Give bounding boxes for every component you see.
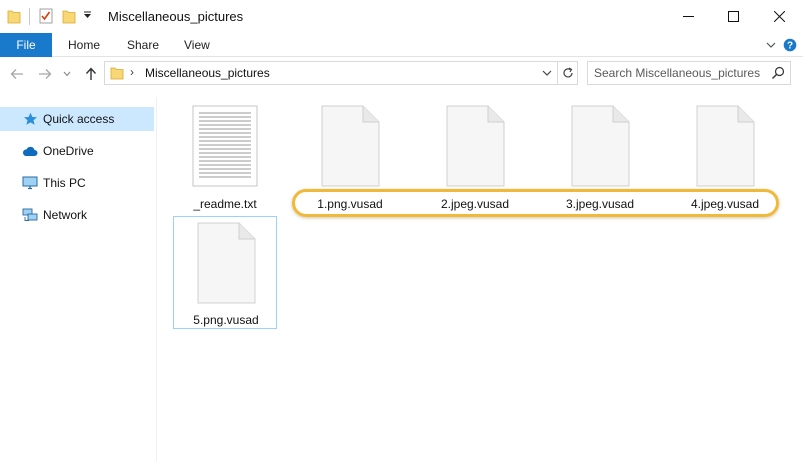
nav-item-this-pc[interactable]: This PC	[0, 171, 154, 195]
refresh-icon	[562, 67, 573, 78]
search-input[interactable]	[594, 65, 764, 81]
expand-ribbon-icon[interactable]	[764, 38, 778, 52]
refresh-button[interactable]	[558, 61, 578, 85]
back-button[interactable]	[6, 63, 28, 85]
nav-label: Network	[43, 208, 88, 222]
tab-home[interactable]: Home	[68, 33, 100, 57]
folder-icon[interactable]	[7, 9, 21, 24]
nav-item-onedrive[interactable]: OneDrive	[0, 139, 154, 163]
folder-icon	[110, 67, 124, 80]
search-box[interactable]	[587, 61, 791, 85]
close-icon	[773, 11, 785, 22]
file-name: 2.jpeg.vusad	[440, 197, 510, 211]
file-item-5-png[interactable]: 5.png.vusad	[173, 216, 277, 329]
blank-file-icon	[321, 105, 380, 187]
address-history-button[interactable]	[540, 65, 554, 81]
file-name: 5.png.vusad	[193, 313, 259, 327]
network-icon	[22, 208, 38, 222]
file-item-1-png[interactable]: 1.png.vusad	[298, 97, 402, 215]
file-item-readme[interactable]: _readme.txt	[173, 97, 277, 215]
tab-view[interactable]: View	[184, 33, 210, 57]
arrow-up-icon	[85, 67, 97, 80]
blank-file-icon	[571, 105, 630, 187]
customize-toolbar-icon[interactable]	[83, 11, 92, 22]
file-item-3-jpeg[interactable]: 3.jpeg.vusad	[548, 97, 652, 215]
forward-button[interactable]	[34, 63, 56, 85]
minimize-icon	[682, 16, 694, 17]
minimize-button[interactable]	[665, 0, 711, 33]
file-name: 1.png.vusad	[317, 197, 383, 211]
blank-file-icon	[446, 105, 505, 187]
star-icon	[22, 112, 38, 126]
search-icon[interactable]	[771, 66, 785, 80]
recent-locations-button[interactable]	[60, 63, 74, 85]
arrow-right-icon	[39, 69, 52, 79]
close-button[interactable]	[756, 0, 802, 33]
file-name: 3.jpeg.vusad	[565, 197, 635, 211]
chevron-down-icon	[63, 71, 71, 77]
nav-label: OneDrive	[43, 144, 94, 158]
nav-item-quick-access[interactable]: Quick access	[0, 107, 154, 131]
blank-file-icon	[197, 222, 256, 304]
file-item-4-jpeg[interactable]: 4.jpeg.vusad	[673, 97, 777, 215]
chevron-down-icon	[542, 70, 552, 76]
file-list-view: _readme.txt 1.png.vusad 2.jpeg.vusad 3.j…	[158, 97, 803, 461]
cloud-icon	[22, 144, 38, 158]
toolbar-separator	[29, 8, 30, 25]
file-name: 4.jpeg.vusad	[690, 197, 760, 211]
title-bar: Miscellaneous_pictures	[0, 0, 803, 33]
blank-file-icon	[696, 105, 755, 187]
breadcrumb-folder[interactable]: Miscellaneous_pictures	[145, 66, 270, 80]
computer-icon	[22, 176, 38, 190]
arrow-left-icon	[10, 69, 23, 79]
ribbon-tabs: File Home Share View ?	[0, 33, 803, 57]
up-button[interactable]	[80, 63, 102, 85]
text-document-icon	[192, 105, 258, 187]
help-icon[interactable]: ?	[783, 38, 797, 52]
nav-item-network[interactable]: Network	[0, 203, 154, 227]
new-folder-icon[interactable]	[62, 9, 76, 24]
tab-share[interactable]: Share	[127, 33, 159, 57]
maximize-icon	[727, 11, 739, 22]
svg-text:?: ?	[787, 41, 793, 52]
tab-file[interactable]: File	[0, 33, 52, 57]
window-title: Miscellaneous_pictures	[108, 9, 244, 24]
properties-icon[interactable]	[39, 8, 53, 24]
address-bar[interactable]: › Miscellaneous_pictures	[104, 61, 558, 85]
navigation-pane: Quick access OneDrive This PC Network	[0, 97, 157, 461]
file-item-2-jpeg[interactable]: 2.jpeg.vusad	[423, 97, 527, 215]
file-name: _readme.txt	[193, 197, 257, 211]
maximize-button[interactable]	[710, 0, 756, 33]
breadcrumb-chevron-icon[interactable]: ›	[130, 65, 134, 79]
nav-label: Quick access	[43, 112, 115, 126]
nav-label: This PC	[43, 176, 86, 190]
